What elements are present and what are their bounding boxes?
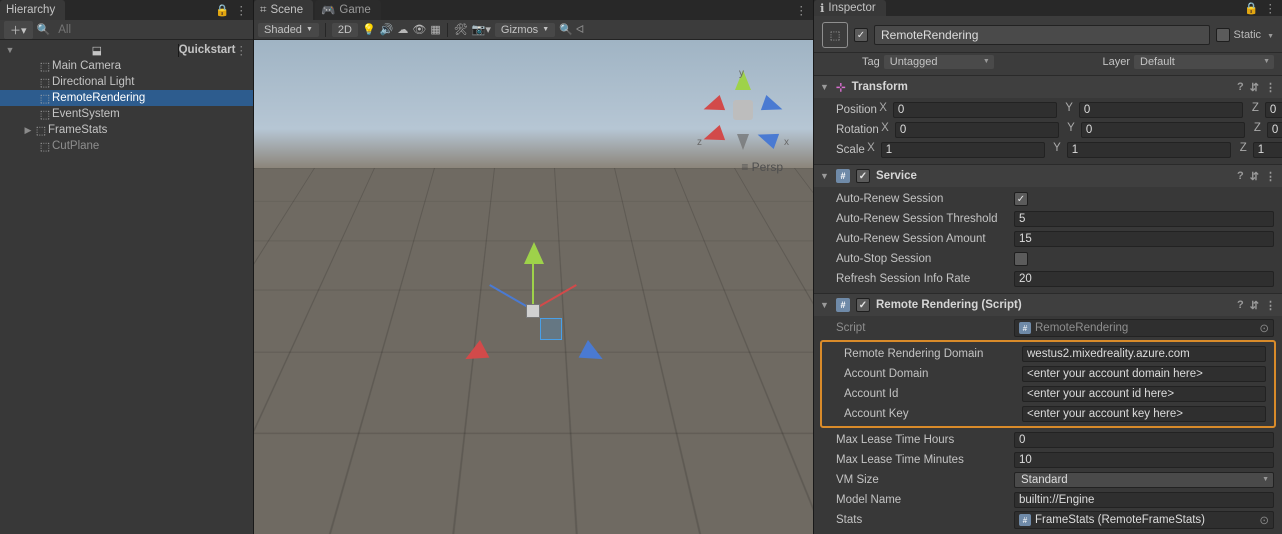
credentials-highlight: Remote Rendering Domain Account Domain A… [820, 340, 1276, 428]
preset-icon[interactable]: ⇵ [1250, 170, 1259, 183]
component-menu-icon[interactable]: ⋮ [1265, 81, 1276, 94]
help-icon[interactable]: ? [1237, 170, 1244, 183]
inspector-header: ⬚ Static [814, 16, 1282, 53]
static-checkbox[interactable] [1216, 28, 1230, 42]
service-component: ▼# Service ?⇵⋮ Auto-Renew Session Auto-R… [814, 164, 1282, 293]
scene-menu-icon[interactable]: ⋮ [236, 43, 254, 57]
service-enabled-checkbox[interactable] [856, 169, 870, 183]
gameobject-name-input[interactable] [874, 25, 1210, 45]
panel-menu-icon[interactable]: ⋮ [236, 3, 248, 17]
remote-rendering-component: ▼# Remote Rendering (Script) ?⇵⋮ Script … [814, 293, 1282, 534]
refresh-rate-input[interactable] [1014, 271, 1274, 287]
position-x-input[interactable] [893, 102, 1057, 118]
threshold-input[interactable] [1014, 211, 1274, 227]
position-z-input[interactable] [1265, 102, 1282, 118]
inspector-panel: ℹInspector 🔒 ⋮ ⬚ Static Tag Untagged Laye… [814, 0, 1282, 534]
create-button[interactable]: ＋▾ [4, 21, 33, 39]
rotation-z-input[interactable] [1267, 122, 1282, 138]
auto-stop-checkbox[interactable] [1014, 252, 1028, 266]
help-icon[interactable]: ? [1237, 299, 1244, 312]
model-name-input[interactable] [1014, 492, 1274, 508]
rotation-x-input[interactable] [895, 122, 1059, 138]
hierarchy-tabbar: Hierarchy 🔒 ⋮ [0, 0, 253, 20]
component-menu-icon[interactable]: ⋮ [1265, 299, 1276, 312]
projection-label[interactable]: ≡ Persp [741, 160, 783, 174]
scale-z-input[interactable] [1253, 142, 1282, 158]
object-picker-icon[interactable]: ⊙ [1259, 321, 1269, 335]
fx-icon[interactable]: ☁ [397, 23, 408, 36]
vm-size-dropdown[interactable]: Standard [1014, 472, 1274, 488]
gameobject-active-checkbox[interactable] [854, 28, 868, 42]
hierarchy-item[interactable]: ▶⬚FrameStats [0, 122, 253, 138]
transform-component: ▼⊹ Transform ?⇵⋮ Position X Y Z Rotation… [814, 75, 1282, 164]
scene-panel: ⌗Scene 🎮Game ⋮ Shaded▼ 2D 💡 🔊 ☁ 👁 ▦ 🛠 📷▾… [254, 0, 814, 534]
auto-renew-checkbox[interactable] [1014, 192, 1028, 206]
hierarchy-item[interactable]: ⬚CutPlane [0, 138, 253, 154]
account-domain-input[interactable] [1022, 366, 1266, 382]
service-header[interactable]: ▼# Service ?⇵⋮ [814, 165, 1282, 187]
hidden-icon[interactable]: 👁 [412, 23, 426, 36]
component-menu-icon[interactable]: ⋮ [1265, 170, 1276, 183]
preset-icon[interactable]: ⇵ [1250, 81, 1259, 94]
scene-viewport[interactable]: ≡ Persp y x z [254, 40, 813, 534]
amount-input[interactable] [1014, 231, 1274, 247]
remote-domain-input[interactable] [1022, 346, 1266, 362]
shading-dropdown[interactable]: Shaded▼ [258, 23, 319, 37]
script-object-field[interactable]: # RemoteRendering ⊙ [1014, 319, 1274, 337]
panel-menu-icon[interactable]: ⋮ [796, 3, 808, 17]
tab-inspector[interactable]: ℹInspector [814, 0, 886, 16]
audio-icon[interactable]: 🔊 [380, 23, 394, 36]
orientation-gizmo[interactable]: y x z [703, 70, 783, 150]
scale-y-input[interactable] [1067, 142, 1231, 158]
help-icon[interactable]: ? [1237, 81, 1244, 94]
panel-lock-icon[interactable]: 🔒 [1244, 1, 1258, 15]
remote-header[interactable]: ▼# Remote Rendering (Script) ?⇵⋮ [814, 294, 1282, 316]
account-id-input[interactable] [1022, 386, 1266, 402]
remote-enabled-checkbox[interactable] [856, 298, 870, 312]
tab-hierarchy[interactable]: Hierarchy [0, 0, 65, 20]
hierarchy-item-selected[interactable]: ⬚RemoteRendering [0, 90, 253, 106]
scale-x-input[interactable] [881, 142, 1045, 158]
panel-lock-icon[interactable]: 🔒 [215, 3, 229, 17]
hierarchy-tab-label: Hierarchy [6, 4, 55, 16]
transform-header[interactable]: ▼⊹ Transform ?⇵⋮ [814, 76, 1282, 98]
layer-dropdown[interactable]: Default [1134, 55, 1274, 69]
camera-icon[interactable]: 📷▾ [472, 23, 491, 36]
lease-minutes-input[interactable] [1014, 452, 1274, 468]
tools-icon[interactable]: 🛠 [454, 23, 468, 36]
inspector-tabbar: ℹInspector 🔒 ⋮ [814, 0, 1282, 16]
lease-hours-input[interactable] [1014, 432, 1274, 448]
scene-name: Quickstart [179, 44, 236, 56]
hierarchy-item[interactable]: ⬚EventSystem [0, 106, 253, 122]
mode-2d-toggle[interactable]: 2D [332, 23, 358, 37]
gizmos-dropdown[interactable]: Gizmos▼ [495, 23, 555, 37]
scene-row[interactable]: ▼⬓ Quickstart ⋮ [0, 42, 253, 58]
search-icon[interactable]: 🔍 ᐊ [559, 23, 584, 36]
gameobject-icon[interactable]: ⬚ [822, 22, 848, 48]
stats-object-field[interactable]: # FrameStats (RemoteFrameStats) ⊙ [1014, 511, 1274, 529]
scene-toolbar: Shaded▼ 2D 💡 🔊 ☁ 👁 ▦ 🛠 📷▾ Gizmos▼ 🔍 ᐊ [254, 20, 813, 40]
hierarchy-item[interactable]: ⬚Directional Light [0, 74, 253, 90]
hierarchy-search-input[interactable] [54, 23, 249, 37]
tab-game[interactable]: 🎮Game [315, 0, 381, 20]
account-key-input[interactable] [1022, 406, 1266, 422]
tab-scene[interactable]: ⌗Scene [254, 0, 313, 20]
position-y-input[interactable] [1079, 102, 1243, 118]
panel-menu-icon[interactable]: ⋮ [1265, 1, 1277, 15]
hierarchy-item[interactable]: ⬚Main Camera [0, 58, 253, 74]
hierarchy-toolbar: ＋▾ 🔍 [0, 20, 253, 40]
object-picker-icon[interactable]: ⊙ [1259, 513, 1269, 527]
tag-layer-row: Tag Untagged Layer Default [814, 53, 1282, 75]
move-gizmo[interactable] [464, 242, 604, 382]
scene-tabbar: ⌗Scene 🎮Game ⋮ [254, 0, 813, 20]
hierarchy-panel: Hierarchy 🔒 ⋮ ＋▾ 🔍 ▼⬓ Quickstart ⋮ ⬚Main… [0, 0, 254, 534]
grid-icon[interactable]: ▦ [430, 23, 440, 36]
tag-dropdown[interactable]: Untagged [884, 55, 994, 69]
rotation-y-input[interactable] [1081, 122, 1245, 138]
lighting-icon[interactable]: 💡 [362, 23, 376, 36]
static-dropdown[interactable] [1265, 29, 1274, 41]
preset-icon[interactable]: ⇵ [1250, 299, 1259, 312]
hierarchy-tree: ▼⬓ Quickstart ⋮ ⬚Main Camera ⬚Directiona… [0, 40, 253, 534]
